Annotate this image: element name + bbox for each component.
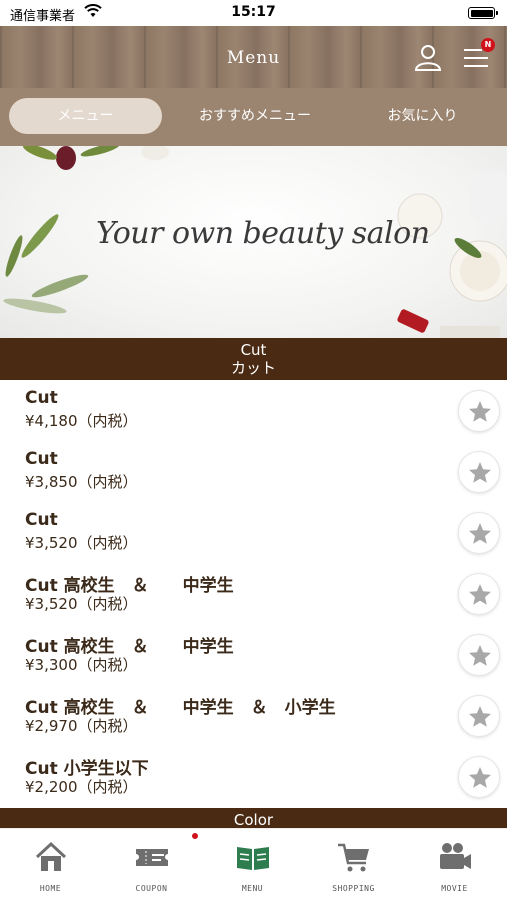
bottom-nav: HOME COUPON MENU SHOPPING MOVIE bbox=[0, 828, 507, 900]
tab-menu[interactable]: メニュー bbox=[9, 98, 162, 134]
salon-banner: Your own beauty salon bbox=[0, 146, 507, 338]
star-icon bbox=[469, 645, 491, 666]
favorite-button[interactable] bbox=[458, 695, 500, 737]
nav-coupon[interactable]: COUPON bbox=[101, 829, 202, 900]
ticket-icon bbox=[134, 849, 170, 866]
nav-home[interactable]: HOME bbox=[0, 829, 101, 900]
tab-recommended-menu[interactable]: おすすめメニュー bbox=[175, 98, 335, 134]
menu-item-price: ¥4,180（内税） bbox=[25, 412, 138, 430]
user-icon[interactable] bbox=[413, 42, 443, 72]
nav-label: MENU bbox=[241, 884, 264, 893]
favorite-button[interactable] bbox=[458, 451, 500, 493]
menu-list-item[interactable]: Cut 高校生 ＆ 中学生 ¥3,300（内税） bbox=[0, 624, 507, 685]
favorite-button[interactable] bbox=[458, 512, 500, 554]
battery-icon bbox=[468, 7, 498, 19]
cart-icon bbox=[338, 843, 369, 872]
star-icon bbox=[469, 706, 491, 727]
nav-label: COUPON bbox=[135, 884, 168, 893]
section-header-color: Color bbox=[0, 808, 507, 828]
menu-item-price: ¥3,520（内税） bbox=[25, 534, 138, 552]
coupon-notification-dot bbox=[192, 833, 198, 839]
status-bar: 通信事業者 15:17 bbox=[0, 0, 507, 26]
nav-label: SHOPPING bbox=[332, 884, 375, 893]
menu-item-price: ¥3,850（内税） bbox=[25, 473, 138, 491]
book-icon bbox=[237, 847, 269, 870]
nav-label: HOME bbox=[39, 884, 62, 893]
section-title-en: Cut bbox=[240, 341, 267, 359]
menu-item-name: Cut bbox=[25, 510, 58, 530]
menu-item-price: ¥2,200（内税） bbox=[25, 778, 138, 796]
menu-list-item[interactable]: Cut 高校生 ＆ 中学生 ¥3,520（内税） bbox=[0, 563, 507, 624]
menu-list-item[interactable]: Cut ¥3,850（内税） bbox=[0, 441, 507, 502]
star-icon bbox=[469, 767, 491, 788]
nav-movie[interactable]: MOVIE bbox=[404, 829, 505, 900]
favorite-button[interactable] bbox=[458, 573, 500, 615]
menu-item-name: Cut bbox=[25, 449, 58, 469]
nav-menu[interactable]: MENU bbox=[202, 829, 303, 900]
nav-label: MOVIE bbox=[441, 884, 468, 893]
favorite-button[interactable] bbox=[458, 390, 500, 432]
banner-tagline: Your own beauty salon bbox=[96, 216, 430, 251]
nav-shopping[interactable]: SHOPPING bbox=[303, 829, 404, 900]
star-icon bbox=[469, 584, 491, 605]
star-icon bbox=[469, 462, 491, 483]
menu-item-price: ¥3,300（内税） bbox=[25, 656, 138, 674]
app-header: Menu N bbox=[0, 26, 507, 88]
menu-list-item[interactable]: Cut ¥3,520（内税） bbox=[0, 502, 507, 563]
section-title-en: Color bbox=[233, 811, 274, 828]
favorite-button[interactable] bbox=[458, 634, 500, 676]
menu-list-item[interactable]: Cut ¥4,180（内税） bbox=[0, 380, 507, 441]
menu-list-item[interactable]: Cut 高校生 ＆ 中学生 ＆ 小学生 ¥2,970（内税） bbox=[0, 685, 507, 746]
section-title-jp: カット bbox=[230, 359, 276, 377]
star-icon bbox=[469, 523, 491, 544]
favorite-button[interactable] bbox=[458, 756, 500, 798]
tab-favorites[interactable]: お気に入り bbox=[345, 98, 500, 134]
home-icon bbox=[35, 841, 67, 871]
video-camera-icon bbox=[440, 843, 471, 869]
section-header-cut: Cut カット bbox=[0, 338, 507, 380]
menu-list-item[interactable]: Cut 小学生以下 ¥2,200（内税） bbox=[0, 746, 507, 807]
menu-item-price: ¥2,970（内税） bbox=[25, 717, 138, 735]
menu-tabs: メニュー おすすめメニュー お気に入り bbox=[0, 88, 507, 146]
notification-badge: N bbox=[481, 38, 495, 52]
menu-item-price: ¥3,520（内税） bbox=[25, 595, 138, 613]
status-time: 15:17 bbox=[231, 4, 276, 20]
star-icon bbox=[469, 401, 491, 422]
menu-item-name: Cut bbox=[25, 388, 58, 408]
